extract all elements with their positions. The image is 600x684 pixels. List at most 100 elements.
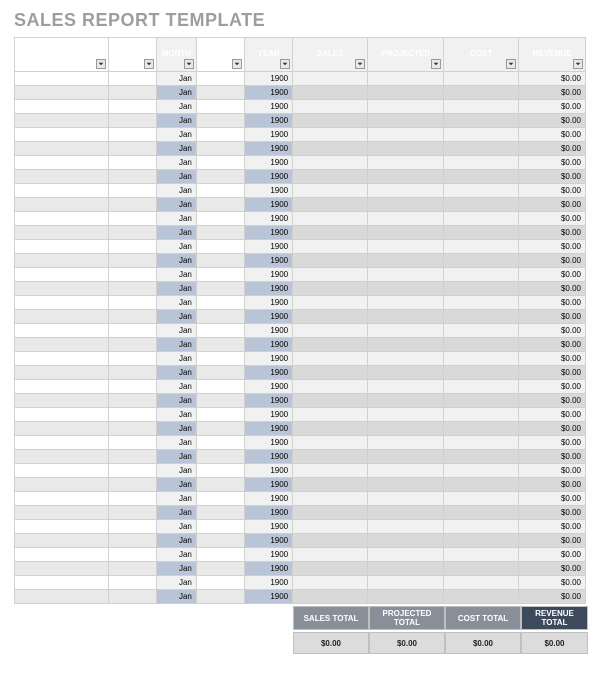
cell-quarter[interactable] [196, 226, 245, 240]
cell-month[interactable]: Jan [156, 478, 196, 492]
cell-cost[interactable] [444, 296, 519, 310]
cell-year[interactable]: 1900 [245, 296, 293, 310]
cell-client[interactable] [15, 268, 109, 282]
cell-projected[interactable] [368, 394, 444, 408]
cell-quarter[interactable] [196, 198, 245, 212]
cell-year[interactable]: 1900 [245, 282, 293, 296]
cell-revenue[interactable]: $0.00 [519, 520, 586, 534]
cell-quarter[interactable] [196, 156, 245, 170]
cell-quarter[interactable] [196, 576, 245, 590]
cell-date[interactable] [109, 142, 157, 156]
cell-revenue[interactable]: $0.00 [519, 128, 586, 142]
cell-date[interactable] [109, 534, 157, 548]
cell-sales[interactable] [293, 478, 368, 492]
cell-client[interactable] [15, 464, 109, 478]
cell-revenue[interactable]: $0.00 [519, 282, 586, 296]
cell-sales[interactable] [293, 100, 368, 114]
cell-year[interactable]: 1900 [245, 254, 293, 268]
filter-icon[interactable] [573, 59, 583, 69]
header-projected[interactable]: PROJECTED [368, 38, 444, 72]
filter-icon[interactable] [144, 59, 154, 69]
cell-client[interactable] [15, 338, 109, 352]
cell-quarter[interactable] [196, 184, 245, 198]
cell-date[interactable] [109, 464, 157, 478]
cell-cost[interactable] [444, 394, 519, 408]
table-row[interactable]: Jan1900$0.00 [15, 212, 586, 226]
cell-month[interactable]: Jan [156, 282, 196, 296]
cell-date[interactable] [109, 226, 157, 240]
cell-client[interactable] [15, 548, 109, 562]
filter-icon[interactable] [355, 59, 365, 69]
cell-month[interactable]: Jan [156, 492, 196, 506]
cell-year[interactable]: 1900 [245, 240, 293, 254]
cell-quarter[interactable] [196, 170, 245, 184]
cell-projected[interactable] [368, 352, 444, 366]
cell-date[interactable] [109, 338, 157, 352]
cell-sales[interactable] [293, 184, 368, 198]
cell-sales[interactable] [293, 212, 368, 226]
cell-client[interactable] [15, 184, 109, 198]
cell-cost[interactable] [444, 380, 519, 394]
cell-projected[interactable] [368, 534, 444, 548]
table-row[interactable]: Jan1900$0.00 [15, 464, 586, 478]
cell-quarter[interactable] [196, 380, 245, 394]
cell-quarter[interactable] [196, 114, 245, 128]
cell-client[interactable] [15, 296, 109, 310]
cell-month[interactable]: Jan [156, 436, 196, 450]
cell-month[interactable]: Jan [156, 506, 196, 520]
cell-client[interactable] [15, 72, 109, 86]
cell-sales[interactable] [293, 268, 368, 282]
cell-month[interactable]: Jan [156, 212, 196, 226]
cell-date[interactable] [109, 72, 157, 86]
cell-date[interactable] [109, 198, 157, 212]
cell-revenue[interactable]: $0.00 [519, 72, 586, 86]
cell-sales[interactable] [293, 114, 368, 128]
cell-cost[interactable] [444, 226, 519, 240]
cell-year[interactable]: 1900 [245, 352, 293, 366]
cell-sales[interactable] [293, 450, 368, 464]
cell-quarter[interactable] [196, 450, 245, 464]
cell-cost[interactable] [444, 86, 519, 100]
cell-sales[interactable] [293, 156, 368, 170]
cell-cost[interactable] [444, 338, 519, 352]
cell-date[interactable] [109, 422, 157, 436]
cell-client[interactable] [15, 576, 109, 590]
cell-month[interactable]: Jan [156, 464, 196, 478]
cell-projected[interactable] [368, 436, 444, 450]
cell-projected[interactable] [368, 156, 444, 170]
cell-cost[interactable] [444, 366, 519, 380]
cell-client[interactable] [15, 226, 109, 240]
cell-cost[interactable] [444, 534, 519, 548]
table-row[interactable]: Jan1900$0.00 [15, 142, 586, 156]
cell-quarter[interactable] [196, 590, 245, 604]
table-row[interactable]: Jan1900$0.00 [15, 184, 586, 198]
table-row[interactable]: Jan1900$0.00 [15, 534, 586, 548]
cell-date[interactable] [109, 352, 157, 366]
cell-client[interactable] [15, 394, 109, 408]
cell-year[interactable]: 1900 [245, 170, 293, 184]
cell-revenue[interactable]: $0.00 [519, 590, 586, 604]
table-row[interactable]: Jan1900$0.00 [15, 380, 586, 394]
cell-month[interactable]: Jan [156, 100, 196, 114]
cell-date[interactable] [109, 576, 157, 590]
cell-year[interactable]: 1900 [245, 128, 293, 142]
cell-cost[interactable] [444, 408, 519, 422]
cell-quarter[interactable] [196, 436, 245, 450]
cell-sales[interactable] [293, 436, 368, 450]
cell-quarter[interactable] [196, 408, 245, 422]
cell-revenue[interactable]: $0.00 [519, 240, 586, 254]
table-row[interactable]: Jan1900$0.00 [15, 324, 586, 338]
cell-client[interactable] [15, 142, 109, 156]
cell-revenue[interactable]: $0.00 [519, 86, 586, 100]
cell-month[interactable]: Jan [156, 114, 196, 128]
cell-month[interactable]: Jan [156, 128, 196, 142]
cell-date[interactable] [109, 212, 157, 226]
cell-revenue[interactable]: $0.00 [519, 506, 586, 520]
cell-sales[interactable] [293, 464, 368, 478]
cell-cost[interactable] [444, 212, 519, 226]
cell-month[interactable]: Jan [156, 310, 196, 324]
filter-icon[interactable] [232, 59, 242, 69]
cell-revenue[interactable]: $0.00 [519, 562, 586, 576]
cell-year[interactable]: 1900 [245, 380, 293, 394]
cell-quarter[interactable] [196, 548, 245, 562]
